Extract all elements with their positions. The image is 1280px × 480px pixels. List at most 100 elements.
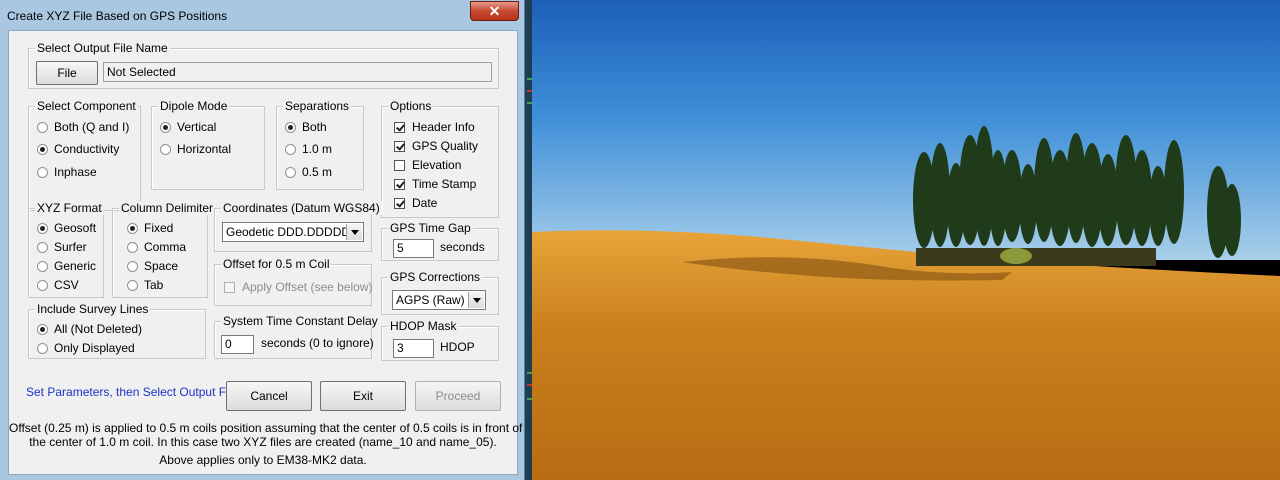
option-elevation[interactable]: Elevation [394, 158, 461, 172]
radio-button-selected[interactable] [127, 223, 138, 234]
xyz-format-group: XYZ Format Geosoft Surfer Generic CSV [28, 201, 104, 298]
component-group: Select Component Both (Q and I) Conducti… [28, 99, 141, 211]
checkbox-disabled[interactable] [224, 282, 235, 293]
radio-button[interactable] [127, 261, 138, 272]
survey-lines-group-label: Include Survey Lines [35, 302, 151, 316]
radio-button[interactable] [37, 261, 48, 272]
survey-lines-displayed[interactable]: Only Displayed [37, 341, 135, 355]
xyz-format-surfer[interactable]: Surfer [37, 240, 87, 254]
component-group-label: Select Component [35, 99, 138, 113]
radio-button[interactable] [37, 122, 48, 133]
window-edge-strip [525, 0, 532, 480]
coordinates-group-label: Coordinates (Datum WGS84) [221, 201, 382, 215]
radio-button-selected[interactable] [37, 223, 48, 234]
hdop-mask-input[interactable]: 3 [393, 339, 434, 358]
delimiter-space[interactable]: Space [127, 259, 178, 273]
note-line-1: Offset (0.25 m) is applied to 0.5 m coil… [9, 421, 523, 435]
radio-button[interactable] [127, 280, 138, 291]
checkbox-checked[interactable] [394, 179, 405, 190]
delimiter-comma[interactable]: Comma [127, 240, 186, 254]
chevron-down-icon[interactable] [346, 224, 362, 240]
cancel-button[interactable]: Cancel [226, 381, 312, 411]
dialog-client-area: Select Output File Name File Not Selecte… [8, 30, 523, 475]
dialog-window: Create XYZ File Based on GPS Positions ✕… [0, 0, 525, 480]
option-time-stamp[interactable]: Time Stamp [394, 177, 476, 191]
separation-option-1m[interactable]: 1.0 m [285, 142, 332, 156]
component-option-inphase[interactable]: Inphase [37, 165, 97, 179]
delimiter-fixed[interactable]: Fixed [127, 221, 173, 235]
status-text: Set Parameters, then Select Output File [26, 385, 239, 399]
radio-button[interactable] [127, 242, 138, 253]
checkbox-checked[interactable] [394, 122, 405, 133]
file-button[interactable]: File [36, 61, 98, 85]
gps-time-gap-group-label: GPS Time Gap [388, 221, 473, 235]
xyz-format-geosoft[interactable]: Geosoft [37, 221, 96, 235]
delimiter-tab[interactable]: Tab [127, 278, 163, 292]
time-constant-unit: seconds (0 to ignore) [261, 336, 374, 350]
gps-time-gap-group: GPS Time Gap 5 seconds [381, 221, 499, 261]
separation-option-both[interactable]: Both [285, 120, 327, 134]
time-constant-group-label: System Time Constant Delay [221, 314, 380, 328]
close-icon: ✕ [488, 3, 501, 19]
coordinates-group: Coordinates (Datum WGS84) Geodetic DDD.D… [214, 201, 382, 252]
coordinates-select[interactable]: Geodetic DDD.DDDDD [222, 222, 364, 242]
separations-group-label: Separations [283, 99, 352, 113]
column-delimiter-group-label: Column Delimiter [119, 201, 216, 215]
component-option-both[interactable]: Both (Q and I) [37, 120, 129, 134]
separation-option-05m[interactable]: 0.5 m [285, 165, 332, 179]
hdop-mask-unit: HDOP [440, 340, 475, 354]
note-line-3: Above applies only to EM38-MK2 data. [159, 453, 367, 467]
radio-button[interactable] [285, 167, 296, 178]
component-option-conductivity[interactable]: Conductivity [37, 142, 119, 156]
option-header-info[interactable]: Header Info [394, 120, 475, 134]
option-date[interactable]: Date [394, 196, 437, 210]
radio-button-selected[interactable] [285, 122, 296, 133]
output-file-path-field: Not Selected [103, 62, 492, 82]
radio-button[interactable] [37, 242, 48, 253]
chevron-down-icon[interactable] [468, 292, 484, 308]
radio-button-selected[interactable] [37, 144, 48, 155]
exit-button[interactable]: Exit [320, 381, 406, 411]
gps-time-gap-unit: seconds [440, 240, 485, 254]
xyz-format-group-label: XYZ Format [35, 201, 104, 215]
output-file-group-label: Select Output File Name [35, 41, 170, 55]
survey-lines-all[interactable]: All (Not Deleted) [37, 322, 142, 336]
proceed-button[interactable]: Proceed [415, 381, 501, 411]
offset-group: Offset for 0.5 m Coil Apply Offset (see … [214, 257, 373, 306]
gps-time-gap-input[interactable]: 5 [393, 239, 434, 258]
close-button[interactable]: ✕ [470, 1, 519, 21]
radio-button[interactable] [285, 144, 296, 155]
time-constant-group: System Time Constant Delay 0 seconds (0 … [214, 314, 380, 359]
dipole-mode-group-label: Dipole Mode [158, 99, 230, 113]
radio-button[interactable] [37, 280, 48, 291]
checkbox[interactable] [394, 160, 405, 171]
options-group-label: Options [388, 99, 434, 113]
hdop-mask-group-label: HDOP Mask [388, 319, 459, 333]
column-delimiter-group: Column Delimiter Fixed Comma Space Tab [112, 201, 216, 298]
options-group: Options Header Info GPS Quality Elevatio… [381, 99, 499, 218]
gps-corrections-group-label: GPS Corrections [388, 270, 483, 284]
output-file-group: Select Output File Name File Not Selecte… [28, 41, 499, 89]
gps-corrections-group: GPS Corrections AGPS (Raw) [381, 270, 499, 315]
checkbox-checked[interactable] [394, 141, 405, 152]
radio-button-selected[interactable] [160, 122, 171, 133]
apply-offset-checkbox[interactable]: Apply Offset (see below) [224, 280, 373, 294]
radio-button[interactable] [160, 144, 171, 155]
xyz-format-generic[interactable]: Generic [37, 259, 96, 273]
separations-group: Separations Both 1.0 m 0.5 m [276, 99, 364, 190]
radio-button-selected[interactable] [37, 324, 48, 335]
survey-lines-group: Include Survey Lines All (Not Deleted) O… [28, 302, 206, 359]
xyz-format-csv[interactable]: CSV [37, 278, 79, 292]
dipole-option-horizontal[interactable]: Horizontal [160, 142, 231, 156]
radio-button[interactable] [37, 343, 48, 354]
dipole-mode-group: Dipole Mode Vertical Horizontal [151, 99, 265, 190]
dipole-option-vertical[interactable]: Vertical [160, 120, 216, 134]
offset-group-label: Offset for 0.5 m Coil [221, 257, 332, 271]
checkbox-checked[interactable] [394, 198, 405, 209]
time-constant-input[interactable]: 0 [221, 335, 254, 354]
note-line-2: the center of 1.0 m coil. In this case t… [29, 435, 497, 449]
radio-button[interactable] [37, 167, 48, 178]
desktop-wallpaper [532, 0, 1280, 480]
gps-corrections-select[interactable]: AGPS (Raw) [392, 290, 486, 310]
option-gps-quality[interactable]: GPS Quality [394, 139, 478, 153]
